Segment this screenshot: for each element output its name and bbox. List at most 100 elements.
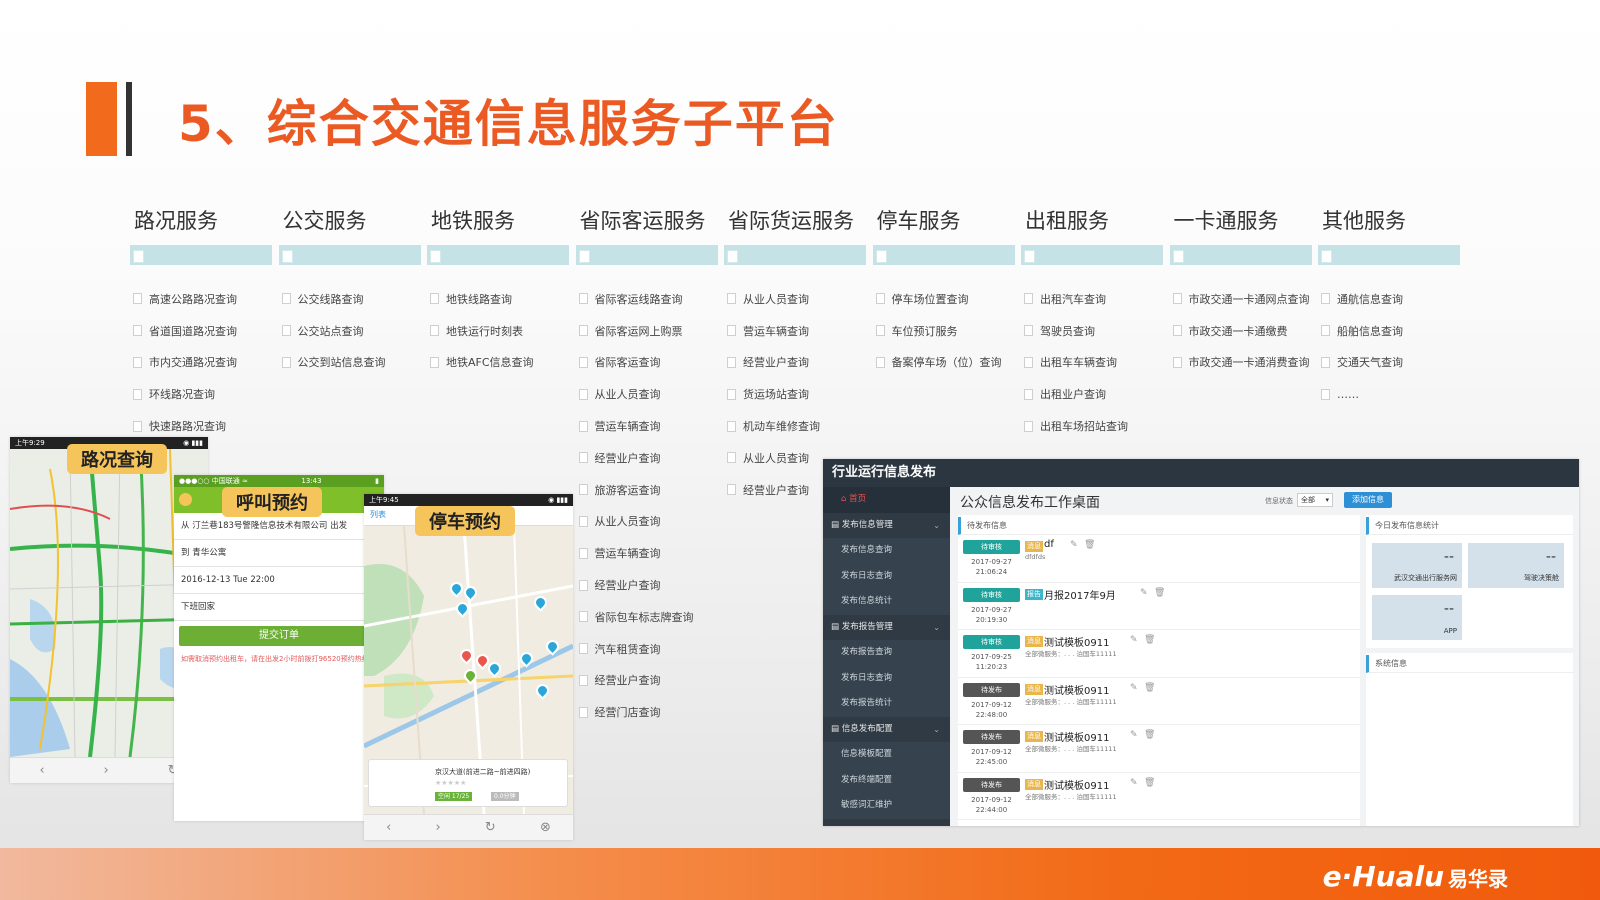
- delete-icon[interactable]: 🗑: [1144, 635, 1155, 645]
- checkbox-icon[interactable]: [133, 293, 142, 305]
- delete-icon[interactable]: 🗑: [1154, 588, 1165, 598]
- message-title[interactable]: 测试模板0911: [1044, 777, 1109, 792]
- service-item[interactable]: 营运车辆查询: [724, 315, 866, 347]
- checkbox-icon[interactable]: [727, 356, 736, 368]
- checkbox-icon[interactable]: [1024, 420, 1033, 432]
- back-icon[interactable]: ‹: [39, 763, 44, 778]
- message-title[interactable]: 测试模板0911: [1044, 634, 1109, 649]
- list-tab[interactable]: 列表: [370, 509, 386, 520]
- checkbox-icon[interactable]: [578, 356, 588, 368]
- checkbox-icon[interactable]: [875, 325, 885, 337]
- checkbox-icon[interactable]: [1024, 293, 1033, 305]
- service-item[interactable]: 省际客运网上购票: [576, 315, 718, 347]
- message-title[interactable]: 测试模板0911: [1044, 729, 1109, 744]
- checkbox-icon[interactable]: [1024, 388, 1033, 400]
- delete-icon[interactable]: 🗑: [1084, 540, 1095, 550]
- checkbox-icon[interactable]: [133, 388, 142, 400]
- checkbox-icon[interactable]: [1024, 325, 1033, 337]
- checkbox-icon[interactable]: [578, 388, 588, 400]
- list-item[interactable]: 待审核 2017-09-27 21:06:24 消息 df dfdfds ✎ 🗑: [958, 535, 1360, 583]
- edit-icon[interactable]: ✎: [1140, 588, 1148, 598]
- service-item[interactable]: 车位预订服务: [873, 315, 1015, 347]
- from-field[interactable]: 从 汀兰巷183号警隆信息技术有限公司 出发: [174, 513, 384, 540]
- sidebar-item[interactable]: 发布终端配置: [823, 767, 950, 793]
- checkbox-icon[interactable]: [133, 325, 142, 337]
- service-item[interactable]: 市内交通路况查询: [130, 347, 272, 379]
- service-item[interactable]: 旅游客运查询: [576, 474, 718, 506]
- service-item[interactable]: 营运车辆查询: [576, 537, 718, 569]
- service-item[interactable]: 船舶信息查询: [1318, 315, 1460, 347]
- edit-icon[interactable]: ✎: [1070, 540, 1078, 550]
- checkbox-icon[interactable]: [1321, 293, 1330, 305]
- checkbox-icon[interactable]: [727, 325, 736, 337]
- submit-order-button[interactable]: 提交订单: [179, 626, 379, 646]
- service-item[interactable]: 机动车维修查询: [724, 410, 866, 442]
- list-item[interactable]: 待发布 2017-09-12 22:44:00 消息 测试模板0911 全部微服务：. .…: [958, 773, 1360, 820]
- service-item[interactable]: 公交线路查询: [279, 283, 421, 315]
- back-icon[interactable]: ‹: [386, 820, 391, 835]
- service-item[interactable]: 地铁运行时刻表: [427, 315, 569, 347]
- service-item[interactable]: 营运车辆查询: [576, 410, 718, 442]
- service-item[interactable]: 从业人员查询: [576, 506, 718, 538]
- checkbox-icon[interactable]: [727, 420, 736, 432]
- checkbox-icon[interactable]: [578, 611, 588, 623]
- checkbox-icon[interactable]: [1172, 325, 1182, 337]
- service-item[interactable]: 市政交通一卡通缴费: [1170, 315, 1312, 347]
- checkbox-icon[interactable]: [1321, 388, 1330, 400]
- checkbox-icon[interactable]: [430, 325, 439, 337]
- service-item[interactable]: 环线路况查询: [130, 378, 272, 410]
- service-item[interactable]: 经营业户查询: [576, 665, 718, 697]
- checkbox-icon[interactable]: [578, 674, 588, 686]
- checkbox-icon[interactable]: [578, 452, 588, 464]
- sidebar-item[interactable]: 信息模板配置: [823, 742, 950, 768]
- delete-icon[interactable]: 🗑: [1144, 683, 1155, 693]
- checkbox-icon[interactable]: [875, 293, 885, 305]
- checkbox-icon[interactable]: [1172, 356, 1182, 368]
- service-item[interactable]: 省际客运线路查询: [576, 283, 718, 315]
- refresh-icon[interactable]: ↻: [485, 820, 496, 835]
- service-item[interactable]: 从业人员查询: [724, 283, 866, 315]
- list-item[interactable]: 待发布 2017-09-12 22:48:00 消息 测试模板0911 全部微服务：. .…: [958, 678, 1360, 725]
- service-item[interactable]: ……: [1318, 378, 1460, 410]
- service-item[interactable]: 市政交通一卡通消费查询: [1170, 347, 1312, 379]
- service-item[interactable]: 驾驶员查询: [1021, 315, 1163, 347]
- service-item[interactable]: 经营业户查询: [724, 347, 866, 379]
- close-icon[interactable]: ⊗: [540, 820, 551, 835]
- delete-icon[interactable]: 🗑: [1144, 778, 1155, 788]
- service-item[interactable]: 经营门店查询: [576, 696, 718, 728]
- sidebar-item[interactable]: 发布信息统计: [823, 589, 950, 615]
- sidebar-item[interactable]: 敏感词汇维护: [823, 793, 950, 819]
- checkbox-icon[interactable]: [578, 293, 588, 305]
- checkbox-icon[interactable]: [727, 293, 736, 305]
- back-circle-icon[interactable]: [179, 493, 192, 506]
- to-field[interactable]: 到 青华公寓: [174, 540, 384, 567]
- checkbox-icon[interactable]: [1321, 356, 1330, 368]
- service-item[interactable]: 高速公路路况查询: [130, 283, 272, 315]
- checkbox-icon[interactable]: [430, 293, 439, 305]
- checkbox-icon[interactable]: [875, 356, 885, 368]
- checkbox-icon[interactable]: [133, 356, 142, 368]
- service-item[interactable]: 出租车场招站查询: [1021, 410, 1163, 442]
- sidebar-item[interactable]: 发布日志查询: [823, 563, 950, 589]
- list-item[interactable]: 待审核 2017-09-25 11:20:23 消息 测试模板0911 全部微服务：. .…: [958, 630, 1360, 678]
- service-item[interactable]: 地铁线路查询: [427, 283, 569, 315]
- service-item[interactable]: 经营业户查询: [576, 442, 718, 474]
- sidebar-item[interactable]: ▤ 信息发布配置 ⌄: [823, 717, 950, 743]
- sidebar-item[interactable]: 发布报告查询: [823, 640, 950, 666]
- checkbox-icon[interactable]: [281, 356, 291, 368]
- checkbox-icon[interactable]: [578, 325, 588, 337]
- sidebar-item[interactable]: 发布日志查询: [823, 665, 950, 691]
- checkbox-icon[interactable]: [430, 356, 439, 368]
- service-item[interactable]: 备案停车场（位）查询: [873, 347, 1015, 379]
- edit-icon[interactable]: ✎: [1130, 730, 1138, 740]
- add-info-button[interactable]: 添加信息: [1344, 492, 1392, 508]
- checkbox-icon[interactable]: [578, 547, 588, 559]
- service-item[interactable]: 停车场位置查询: [873, 283, 1015, 315]
- list-item[interactable]: 待审核 2017-09-27 20:19:30 报告 月报2017年9月 ✎ 🗑: [958, 583, 1360, 630]
- checkbox-icon[interactable]: [578, 706, 588, 718]
- service-item[interactable]: 地铁AFC信息查询: [427, 347, 569, 379]
- sidebar-item[interactable]: ▤ 发布信息管理 ⌄: [823, 513, 950, 539]
- checkbox-icon[interactable]: [578, 515, 588, 527]
- service-item[interactable]: 货运场站查询: [724, 378, 866, 410]
- sidebar-item[interactable]: ⌂ 首页: [823, 487, 950, 513]
